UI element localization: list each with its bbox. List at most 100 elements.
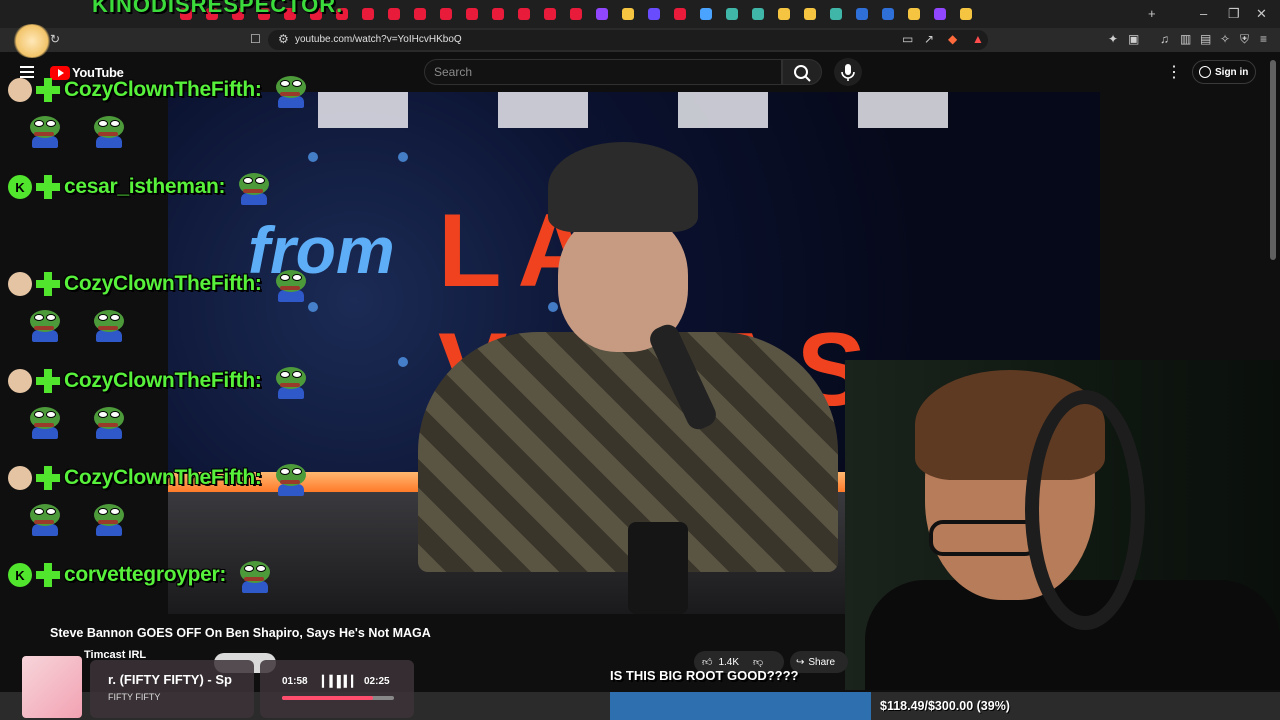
stream-caption: IS THIS BIG ROOT GOOD????	[610, 668, 799, 683]
search-button[interactable]	[782, 59, 822, 85]
new-tab-icon[interactable]: +	[1148, 6, 1156, 21]
share-icon: ↪	[796, 656, 805, 668]
now-playing-progress	[282, 696, 394, 700]
chat-username: CozyClownTheFifth:	[64, 272, 262, 295]
close-window-icon[interactable]: ✕	[1256, 6, 1267, 22]
microphone-icon	[841, 64, 855, 81]
now-playing-progress-fill	[282, 696, 373, 700]
browser-tab-favicon[interactable]	[596, 8, 608, 20]
browser-tab-favicon[interactable]	[882, 8, 894, 20]
screenshot-icon[interactable]: ▣	[1128, 32, 1139, 46]
browser-tab-favicon[interactable]	[674, 8, 686, 20]
url-text[interactable]: youtube.com/watch?v=YoIHcvHKboQ	[295, 34, 462, 45]
browser-tab-favicon[interactable]	[570, 8, 582, 20]
sign-in-button[interactable]: Sign in	[1192, 60, 1256, 84]
backdrop-light	[308, 152, 318, 162]
browser-tab-favicon[interactable]	[778, 8, 790, 20]
user-avatar-badge	[8, 466, 32, 490]
kick-badge-icon: K	[8, 563, 32, 587]
sign-in-label: Sign in	[1215, 66, 1249, 78]
more-options-icon[interactable]: ⋮	[1166, 62, 1182, 82]
search-input[interactable]	[424, 59, 782, 85]
browser-tab-favicon[interactable]	[492, 8, 504, 20]
browser-tab-favicon[interactable]	[622, 8, 634, 20]
pepe-emote-icon	[28, 403, 62, 439]
bookmark-icon[interactable]: ☐	[250, 32, 261, 46]
maximize-icon[interactable]: ❐	[1228, 6, 1240, 22]
pepe-emote-icon	[274, 266, 308, 302]
chat-emote-row	[16, 112, 126, 148]
chat-message: CozyClownTheFifth:	[8, 72, 308, 108]
site-info-icon[interactable]: ⚙	[278, 32, 289, 46]
pepe-emote-icon	[237, 169, 271, 205]
browser-tab-favicon[interactable]	[700, 8, 712, 20]
chat-message: Kcesar_istheman:	[8, 169, 271, 205]
host-beanie	[548, 142, 698, 232]
brave-shield-icon[interactable]: ◆	[948, 32, 957, 46]
browser-tab-favicon[interactable]	[856, 8, 868, 20]
pepe-emote-icon	[92, 112, 126, 148]
share-page-icon[interactable]: ↗	[924, 32, 934, 46]
stream-title-overlay: KINODISRESPECTOR.	[92, 0, 344, 17]
now-playing-panel	[90, 660, 254, 718]
search-icon	[794, 65, 811, 82]
browser-tab-favicon[interactable]	[544, 8, 556, 20]
pepe-emote-icon	[92, 306, 126, 342]
page-scrollbar[interactable]	[1270, 60, 1276, 260]
vpn-icon[interactable]: ⛨	[1240, 32, 1249, 47]
subscriber-badge-icon	[36, 369, 60, 393]
account-icon	[1199, 66, 1211, 78]
pepe-emote-icon	[238, 557, 272, 593]
donation-goal-fill	[610, 692, 872, 720]
browser-tab-favicon[interactable]	[466, 8, 478, 20]
kick-badge-icon: K	[8, 175, 32, 199]
browser-tab-favicon[interactable]	[726, 8, 738, 20]
browser-tab-favicon[interactable]	[440, 8, 452, 20]
thumbs-down-icon[interactable]: 👎︎	[753, 656, 763, 668]
music-icon[interactable]: ♫	[1160, 32, 1169, 46]
browser-tab-favicon[interactable]	[388, 8, 400, 20]
subscriber-badge-icon	[36, 466, 60, 490]
search-placeholder: Search	[434, 65, 473, 79]
browser-tab-favicon[interactable]	[362, 8, 374, 20]
phone-on-stand	[628, 522, 688, 614]
video-title: Steve Bannon GOES OFF On Ben Shapiro, Sa…	[50, 626, 431, 640]
ai-icon[interactable]: ✧	[1220, 32, 1230, 46]
subscriber-badge-icon	[36, 175, 60, 199]
chat-emote-row	[16, 403, 126, 439]
minimize-icon[interactable]: –	[1200, 6, 1207, 21]
user-avatar-badge	[8, 272, 32, 296]
pepe-emote-icon	[92, 403, 126, 439]
wallet-icon[interactable]: ▤	[1200, 32, 1211, 46]
backdrop-light	[308, 302, 318, 312]
chat-emote-row	[16, 500, 126, 536]
voice-search-button[interactable]	[834, 58, 862, 86]
sidebar-icon[interactable]: ▥	[1180, 32, 1191, 46]
pepe-emote-icon	[28, 500, 62, 536]
user-avatar-badge	[8, 369, 32, 393]
cast-icon[interactable]: ▭	[902, 32, 913, 46]
browser-tab-favicon[interactable]	[648, 8, 660, 20]
browser-tab-favicon[interactable]	[518, 8, 530, 20]
browser-tab-favicon[interactable]	[908, 8, 920, 20]
user-avatar-badge	[8, 78, 32, 102]
extension-icon[interactable]: ✦	[1108, 32, 1118, 46]
streamer-webcam	[845, 360, 1280, 690]
backdrop-lettering	[318, 92, 1018, 128]
menu-icon[interactable]: ≡	[1260, 32, 1267, 46]
headphones	[1025, 390, 1145, 630]
browser-tab-favicon[interactable]	[960, 8, 972, 20]
like-count: 1.4K	[718, 656, 740, 668]
audio-wave-icon: ▎▍▌▍▎	[322, 676, 360, 688]
pepe-emote-icon	[274, 460, 308, 496]
browser-tab-favicon[interactable]	[752, 8, 764, 20]
browser-tab-favicon[interactable]	[414, 8, 426, 20]
chat-message: CozyClownTheFifth:	[8, 266, 308, 302]
now-playing-time-panel	[260, 660, 414, 718]
rewards-icon[interactable]: ▲	[972, 32, 984, 46]
browser-tab-favicon[interactable]	[934, 8, 946, 20]
browser-tab-favicon[interactable]	[804, 8, 816, 20]
browser-tab-favicon[interactable]	[830, 8, 842, 20]
streamer-avatar	[12, 24, 52, 58]
thumbs-up-icon: 👍︎	[702, 657, 713, 668]
